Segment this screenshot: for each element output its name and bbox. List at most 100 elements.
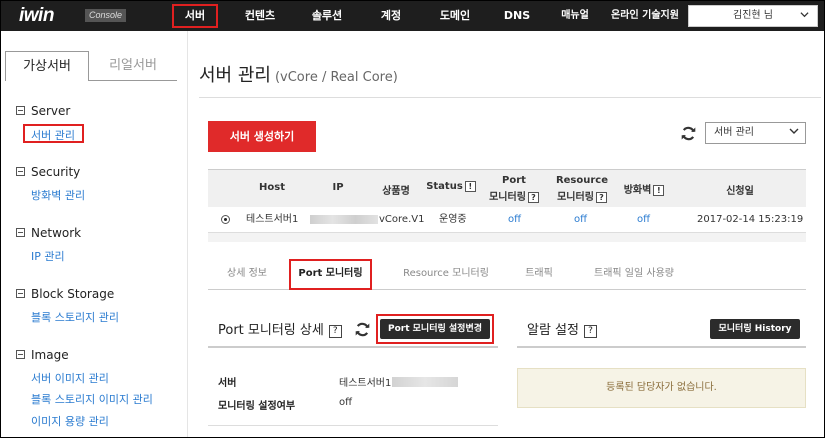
sidebar-item-server-image[interactable]: 서버 이미지 관리 <box>31 370 109 386</box>
page-title-text: 서버 관리 <box>199 65 271 86</box>
alarm-section-title-text: 알람 설정 <box>527 323 579 338</box>
sidebar-item-ip[interactable]: IP 관리 <box>31 248 65 264</box>
sidebar-section-title: Security <box>31 165 81 179</box>
help-icon[interactable]: ! <box>464 181 476 192</box>
sidebar-section-block-storage[interactable]: Block Storage <box>16 287 114 301</box>
table-row[interactable]: 테스트서버1 vCore.V1 운영중 off off off 2017-02-… <box>208 207 806 233</box>
chevron-down-icon <box>789 123 799 143</box>
sidebar-section-image[interactable]: Image <box>16 348 69 362</box>
chevron-down-icon <box>800 6 809 26</box>
nav-item-domain[interactable]: 도메인 <box>431 1 479 31</box>
col-port-monitoring: Port 모니터링? <box>484 175 544 203</box>
cell-resource-monitoring[interactable]: off <box>574 207 587 233</box>
divider <box>199 97 821 98</box>
cell-status: 운영중 <box>439 214 467 225</box>
view-select[interactable]: 서버 관리 <box>705 122 806 144</box>
nav-item-contents[interactable]: 컨텐츠 <box>236 1 284 31</box>
tab-real-server[interactable]: 리얼서버 <box>89 51 177 81</box>
cell-product: vCore.V1 <box>379 214 425 225</box>
tab-port-monitoring[interactable]: Port 모니터링 <box>291 260 370 288</box>
refresh-icon[interactable] <box>680 125 697 142</box>
sidebar-item-image-capacity[interactable]: 이미지 용량 관리 <box>31 413 109 429</box>
tab-daily-traffic[interactable]: 트래픽 일일 사용량 <box>585 260 683 288</box>
user-name: 김진현 님 <box>733 10 773 21</box>
tab-traffic[interactable]: 트래픽 <box>514 260 564 288</box>
collapse-box-icon <box>16 350 25 359</box>
divider <box>208 346 498 348</box>
sidebar-section-network[interactable]: Network <box>16 226 81 240</box>
sidebar-divider <box>187 31 188 437</box>
cell-port-monitoring[interactable]: off <box>508 207 521 233</box>
field-value-server-text: 테스트서버1 <box>339 378 392 389</box>
tab-virtual-server[interactable]: 가상서버 <box>5 51 89 81</box>
page-title: 서버 관리 (vCore / Real Core) <box>199 61 398 87</box>
col-resource-monitoring: Resource 모니터링? <box>550 175 614 203</box>
user-menu[interactable]: 김진현 님 <box>688 5 818 27</box>
cell-host: 테스트서버1 <box>246 214 299 225</box>
help-icon[interactable]: ? <box>527 192 539 203</box>
col-firewall-label: 방화벽 <box>623 185 652 196</box>
server-type-tabs: 가상서버 리얼서버 <box>5 51 177 81</box>
nav-item-account[interactable]: 계정 <box>371 1 411 31</box>
field-value-monitoring: off <box>339 397 353 408</box>
table-footer-band <box>208 233 806 242</box>
help-icon[interactable]: ? <box>595 192 607 203</box>
help-icon[interactable]: ? <box>583 325 597 338</box>
col-status-label: Status <box>426 181 463 192</box>
nav-item-tech-support[interactable]: 온라인 기술지원 <box>606 1 684 31</box>
field-label-server: 서버 <box>218 378 237 389</box>
refresh-icon[interactable] <box>354 321 371 338</box>
help-icon[interactable]: ! <box>653 185 665 196</box>
collapse-box-icon <box>16 167 25 176</box>
col-status: Status! <box>424 181 478 192</box>
alarm-section-title: 알람 설정? <box>527 319 597 338</box>
col-host: Host <box>259 182 285 193</box>
col-ip: IP <box>332 182 344 193</box>
sidebar-item-firewall[interactable]: 방화벽 관리 <box>31 187 85 203</box>
nav-item-dns[interactable]: DNS <box>499 1 535 31</box>
col-date: 신청일 <box>726 186 754 197</box>
create-server-button[interactable]: 서버 생성하기 <box>208 121 316 152</box>
nav-item-manual[interactable]: 매뉴얼 <box>554 1 596 31</box>
port-section-title-text: Port 모니터링 상세 <box>218 323 324 338</box>
sidebar-section-title: Block Storage <box>31 287 115 301</box>
view-select-value: 서버 관리 <box>714 127 754 138</box>
logo-badge: Console <box>85 9 127 22</box>
sidebar-section-title: Network <box>31 226 82 240</box>
collapse-box-icon <box>16 228 25 237</box>
collapse-box-icon <box>16 289 25 298</box>
field-label-monitoring: 모니터링 설정여부 <box>218 401 296 412</box>
col-res-label-2: 모니터링 <box>557 192 594 203</box>
col-port-label-1: Port <box>502 175 526 186</box>
sidebar-section-title: Server <box>31 104 71 118</box>
sidebar-item-server-manage[interactable]: 서버 관리 <box>31 127 75 143</box>
collapse-box-icon <box>16 106 25 115</box>
divider <box>517 346 806 348</box>
tab-resource-monitoring[interactable]: Resource 모니터링 <box>397 260 495 288</box>
sidebar-item-block-storage[interactable]: 블록 스토리지 관리 <box>31 309 119 325</box>
server-table-header: Host IP 상품명 Status! Port 모니터링? Resource … <box>208 169 806 207</box>
cell-firewall[interactable]: off <box>637 207 650 233</box>
alarm-empty-message: 등록된 담당자가 없습니다. <box>517 368 806 408</box>
app-window: iwin Console 서버 컨텐츠 솔루션 계정 도메인 DNS 매뉴얼 온… <box>0 0 825 438</box>
port-setting-change-button[interactable]: Port 모니터링 설정변경 <box>380 319 490 339</box>
cell-ip-redacted <box>310 215 378 224</box>
nav-item-solution[interactable]: 솔루션 <box>303 1 351 31</box>
row-radio[interactable] <box>221 215 230 224</box>
sidebar-section-security[interactable]: Security <box>16 165 80 179</box>
col-firewall: 방화벽! <box>616 181 672 196</box>
divider <box>208 425 498 426</box>
help-icon[interactable]: ? <box>328 325 342 338</box>
col-port-label-2: 모니터링 <box>489 192 526 203</box>
port-section-title: Port 모니터링 상세? <box>218 319 342 338</box>
monitoring-history-button[interactable]: 모니터링 History <box>710 319 800 339</box>
sidebar-section-title: Image <box>31 348 69 362</box>
redacted-block <box>392 377 459 387</box>
sidebar-item-block-storage-image[interactable]: 블록 스토리지 이미지 관리 <box>31 391 153 407</box>
nav-item-server[interactable]: 서버 <box>174 1 216 31</box>
page-title-sub: (vCore / Real Core) <box>274 70 398 85</box>
sidebar-section-server[interactable]: Server <box>16 104 70 118</box>
cell-date: 2017-02-14 15:23:19 <box>697 214 804 225</box>
tab-detail-info[interactable]: 상세 정보 <box>215 260 279 288</box>
logo[interactable]: iwin <box>19 5 54 27</box>
